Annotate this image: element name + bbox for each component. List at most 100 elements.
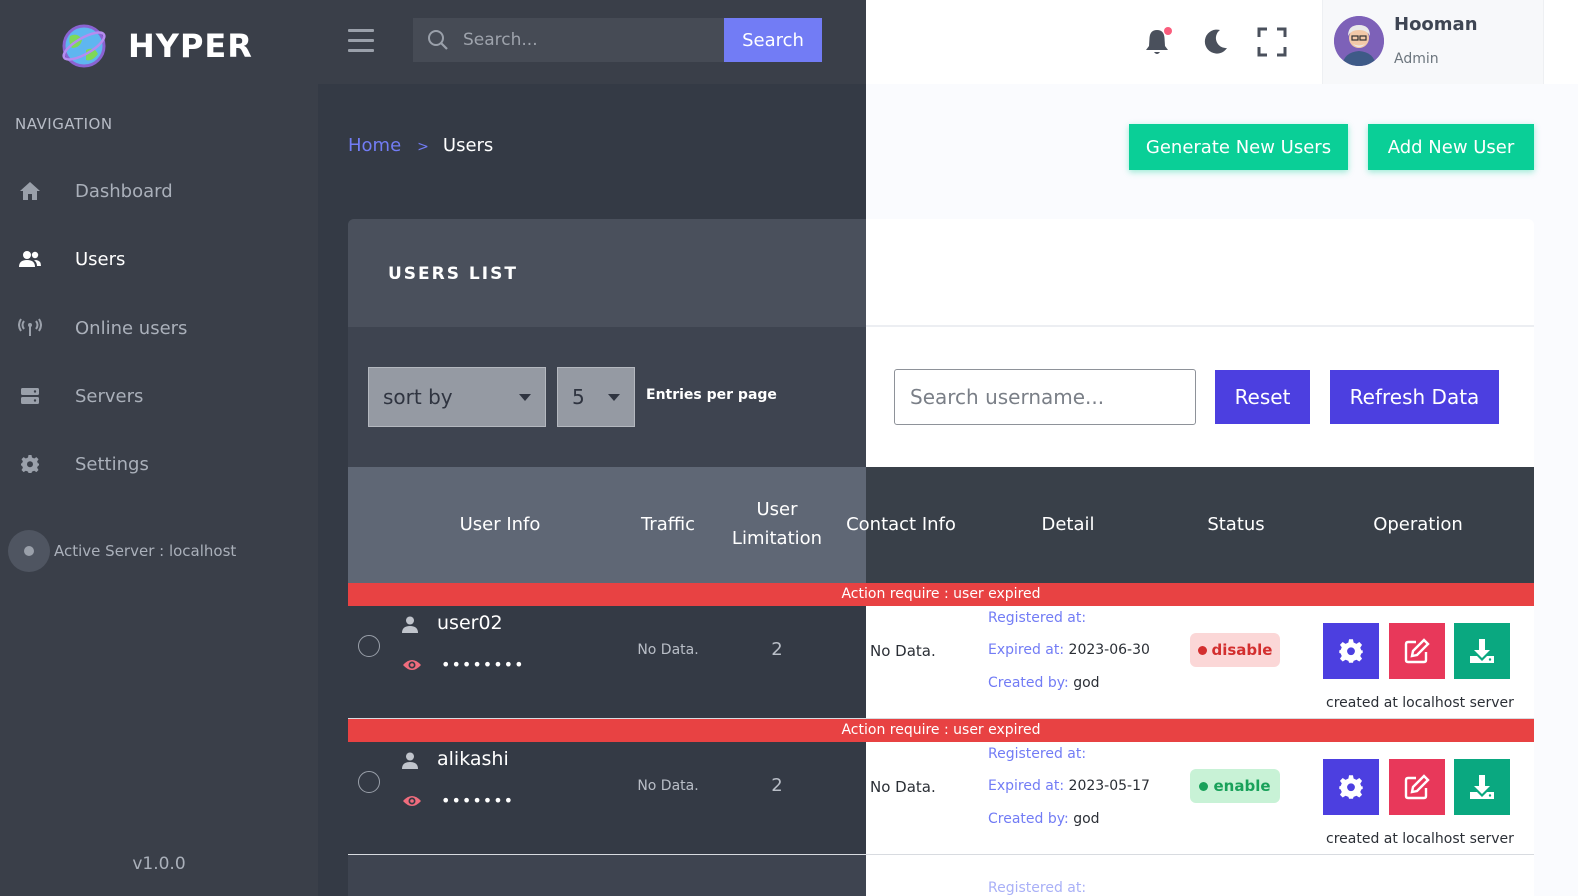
download-icon <box>1470 775 1494 799</box>
add-new-user-button[interactable]: Add New User <box>1368 124 1534 170</box>
traffic-value: No Data. <box>637 778 699 794</box>
gear-icon <box>1339 775 1363 799</box>
active-server-text: Active Server : localhost <box>54 542 237 560</box>
user-name: Hooman <box>1394 14 1478 35</box>
sidebar-item-users[interactable]: Users <box>0 237 318 281</box>
contact-info-value: No Data. <box>870 642 936 660</box>
table-row <box>348 742 866 855</box>
user-role: Admin <box>1394 51 1439 67</box>
expired-at: Expired at: 2023-05-17 <box>988 778 1150 794</box>
user-icon <box>402 752 418 769</box>
home-icon <box>18 179 42 203</box>
column-header-traffic[interactable]: Traffic <box>620 511 716 539</box>
avatar <box>1334 16 1384 66</box>
created-by: Created by: god <box>988 811 1100 827</box>
chevron-down-icon <box>608 394 620 401</box>
search-icon <box>428 30 448 50</box>
reset-button[interactable]: Reset <box>1215 370 1310 424</box>
edit-user-button[interactable] <box>1389 623 1445 679</box>
brand-logo[interactable]: HYPER <box>60 22 253 70</box>
top-search-button[interactable]: Search <box>724 18 822 62</box>
expired-at-label: Expired at: <box>988 642 1065 658</box>
top-search-input[interactable] <box>463 30 703 50</box>
row-select-radio[interactable] <box>358 635 380 657</box>
status-text: enable <box>1213 777 1271 795</box>
sidebar-item-label: Online users <box>75 317 188 339</box>
created-at-server-note: created at localhost server <box>1326 831 1514 847</box>
registered-at-label: Registered at: <box>988 610 1087 626</box>
column-header-contact-info[interactable]: Contact Info <box>838 511 964 539</box>
breadcrumb-home-link[interactable]: Home <box>348 135 401 159</box>
show-password-eye-icon[interactable] <box>402 657 422 673</box>
gear-icon <box>1339 639 1363 663</box>
generate-new-users-button[interactable]: Generate New Users <box>1129 124 1348 170</box>
row-alert-banner: Action require : user expired <box>348 719 1534 742</box>
gear-icon <box>18 452 42 476</box>
password-masked: ••••••• <box>441 791 515 810</box>
download-config-button[interactable] <box>1454 759 1510 815</box>
sidebar-item-servers[interactable]: Servers <box>0 374 318 418</box>
sort-by-value: sort by <box>383 385 453 409</box>
download-icon <box>1470 639 1494 663</box>
nav-heading: NAVIGATION <box>15 115 113 133</box>
sidebar-item-label: Dashboard <box>75 180 173 202</box>
refresh-data-button[interactable]: Refresh Data <box>1330 370 1499 424</box>
sidebar-item-label: Servers <box>75 385 144 407</box>
column-header-status[interactable]: Status <box>1186 511 1286 539</box>
brand-name: HYPER <box>128 27 253 65</box>
user-profile-menu[interactable]: Hooman Admin <box>1322 0 1544 84</box>
expired-at: Expired at: 2023-06-30 <box>988 642 1150 658</box>
next-row-registered-label: Registered at: <box>988 880 1087 896</box>
user-settings-button[interactable] <box>1323 623 1379 679</box>
server-status-dot-icon <box>8 530 50 572</box>
entries-per-page-label: Entries per page <box>646 387 777 403</box>
created-by-value: god <box>1073 811 1100 827</box>
status-badge[interactable]: disable <box>1190 633 1280 667</box>
row-select-radio[interactable] <box>358 771 380 793</box>
active-server-indicator: Active Server : localhost <box>8 530 236 572</box>
sidebar-item-dashboard[interactable]: Dashboard <box>0 169 318 213</box>
fullscreen-icon[interactable] <box>1256 26 1288 58</box>
sidebar-item-label: Settings <box>75 453 149 475</box>
entries-value: 5 <box>572 385 585 409</box>
traffic-value: No Data. <box>637 642 699 658</box>
download-config-button[interactable] <box>1454 623 1510 679</box>
entries-per-page-select[interactable]: 5 <box>557 367 635 427</box>
user-settings-button[interactable] <box>1323 759 1379 815</box>
chevron-down-icon <box>519 394 531 401</box>
sidebar-item-label: Users <box>75 248 126 270</box>
username-search-input[interactable] <box>894 369 1196 425</box>
column-header-user-info[interactable]: User Info <box>440 511 560 539</box>
password-masked: •••••••• <box>441 655 525 674</box>
globe-logo-icon <box>60 22 108 70</box>
notification-bell-icon[interactable] <box>1141 26 1173 58</box>
sort-by-select[interactable]: sort by <box>368 367 546 427</box>
expired-at-value: 2023-05-17 <box>1068 778 1150 794</box>
users-icon <box>18 247 42 271</box>
broadcast-icon <box>18 316 42 340</box>
status-text: disable <box>1211 641 1273 659</box>
created-by-label: Created by: <box>988 811 1069 827</box>
menu-toggle-icon[interactable] <box>348 29 374 53</box>
column-header-user-limitation-line2[interactable]: Limitation <box>722 525 832 553</box>
table-row <box>348 606 866 719</box>
column-header-user-limitation-line1[interactable]: User <box>722 496 832 524</box>
created-by-value: god <box>1073 675 1100 691</box>
column-header-operation[interactable]: Operation <box>1358 511 1478 539</box>
edit-user-button[interactable] <box>1389 759 1445 815</box>
server-icon <box>18 384 42 408</box>
username: alikashi <box>437 748 509 770</box>
status-dot-icon <box>1197 645 1207 655</box>
column-header-detail[interactable]: Detail <box>1018 511 1118 539</box>
show-password-eye-icon[interactable] <box>402 793 422 809</box>
sidebar: HYPER NAVIGATION Dashboard Users Online … <box>0 0 318 896</box>
user-limit-value: 2 <box>771 775 783 796</box>
status-badge[interactable]: enable <box>1190 769 1280 803</box>
sidebar-item-online-users[interactable]: Online users <box>0 306 318 350</box>
sidebar-item-settings[interactable]: Settings <box>0 442 318 486</box>
created-at-server-note: created at localhost server <box>1326 695 1514 711</box>
registered-at-label: Registered at: <box>988 746 1087 762</box>
dark-mode-moon-icon[interactable] <box>1200 26 1232 58</box>
registered-at: Registered at: <box>988 746 1086 762</box>
card-header-divider <box>866 325 1534 327</box>
